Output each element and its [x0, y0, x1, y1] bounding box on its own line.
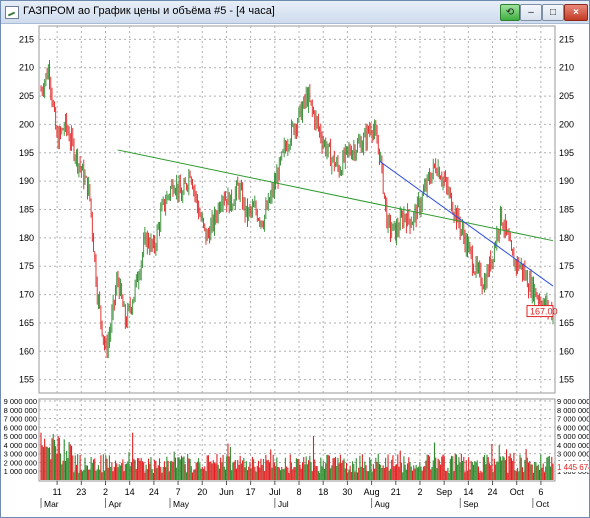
day-tick-label: 7 [176, 487, 181, 497]
chart-app-icon [5, 6, 19, 19]
month-tick-label: Jul [278, 499, 289, 509]
day-tick-label: 11 [52, 487, 61, 497]
maximize-button[interactable]: □ [542, 4, 564, 21]
day-tick-label: 21 [391, 487, 401, 497]
price-pane[interactable]: 155160165170175180185190195200205210215 … [19, 25, 574, 394]
last-volume-label: 1 445 674 [556, 461, 589, 472]
day-tick-label: 24 [149, 487, 159, 497]
volume-tick-label-right: 3 000 000 [557, 450, 589, 459]
price-tick-label-left: 180 [19, 233, 34, 243]
day-tick-label: 23 [76, 487, 86, 497]
chart-window: ГАЗПРОМ ао График цены и объёма #5 - [4 … [0, 0, 590, 518]
month-tick-label: Sep [463, 499, 478, 509]
volume-tick-label-left: 7 000 000 [4, 415, 37, 424]
volume-tick-label-left: 8 000 000 [4, 406, 37, 415]
volume-tick-label-left: 5 000 000 [4, 432, 37, 441]
svg-text:167.00: 167.00 [530, 307, 558, 317]
price-tick-label-left: 155 [19, 375, 34, 385]
price-tick-label-left: 165 [19, 318, 34, 328]
day-tick-label: 18 [318, 487, 328, 497]
price-tick-label-left: 175 [19, 261, 34, 271]
price-tick-label-right: 210 [559, 63, 574, 73]
price-tick-label-right: 175 [559, 261, 574, 271]
price-tick-label-right: 170 [559, 290, 574, 300]
volume-tick-label-left: 9 000 000 [4, 397, 37, 406]
volume-tick-label-left: 2 000 000 [4, 458, 37, 467]
title-bar[interactable]: ГАЗПРОМ ао График цены и объёма #5 - [4 … [1, 1, 589, 24]
day-tick-label: 30 [342, 487, 352, 497]
price-tick-label-left: 205 [19, 91, 34, 101]
day-tick-label: 14 [463, 487, 473, 497]
volume-tick-label-right: 8 000 000 [557, 406, 589, 415]
day-tick-label: 2 [103, 487, 108, 497]
day-tick-label: 14 [125, 487, 135, 497]
day-tick-label: Aug [364, 487, 380, 497]
volume-tick-label-right: 7 000 000 [557, 415, 589, 424]
window-title: ГАЗПРОМ ао График цены и объёма #5 - [4 … [23, 5, 275, 17]
price-tick-label-left: 210 [19, 63, 34, 73]
price-tick-label-right: 200 [559, 119, 574, 129]
price-tick-label-right: 190 [559, 176, 574, 186]
volume-tick-label-right: 6 000 000 [557, 423, 589, 432]
month-tick-label: Mar [44, 499, 59, 509]
link-icon[interactable]: ⟲ [500, 4, 520, 21]
price-tick-label-left: 215 [19, 34, 34, 44]
price-tick-label-left: 195 [19, 148, 34, 158]
day-tick-label: Jul [269, 487, 281, 497]
price-volume-chart[interactable]: 155160165170175180185190195200205210215 … [1, 24, 589, 517]
volume-tick-label-right: 4 000 000 [557, 441, 589, 450]
day-tick-label: Jun [219, 487, 234, 497]
price-tick-label-left: 185 [19, 205, 34, 215]
price-tick-label-right: 180 [559, 233, 574, 243]
month-tick-label: Apr [109, 499, 122, 509]
month-tick-label: Aug [375, 499, 390, 509]
volume-tick-label-left: 6 000 000 [4, 423, 37, 432]
price-tick-label-right: 155 [559, 375, 574, 385]
day-tick-label: Sep [436, 487, 452, 497]
price-tick-label-right: 205 [559, 91, 574, 101]
day-tick-label: 6 [538, 487, 543, 497]
price-tick-label-left: 190 [19, 176, 34, 186]
month-tick-label: May [173, 499, 190, 509]
day-tick-label: 17 [246, 487, 256, 497]
last-price-label: 167.00 [526, 305, 558, 318]
price-tick-label-left: 200 [19, 119, 34, 129]
svg-text:1 445 674: 1 445 674 [557, 463, 589, 472]
price-tick-label-right: 165 [559, 318, 574, 328]
day-tick-label: 20 [197, 487, 207, 497]
day-tick-label: Oct [510, 487, 525, 497]
price-tick-label-left: 160 [19, 346, 34, 356]
price-tick-label-right: 185 [559, 205, 574, 215]
price-tick-label-right: 215 [559, 34, 574, 44]
volume-tick-label-left: 3 000 000 [4, 450, 37, 459]
volume-tick-label-left: 1 000 000 [4, 467, 37, 476]
day-tick-label: 24 [488, 487, 498, 497]
minimize-button[interactable]: – [520, 4, 542, 21]
day-tick-label: 8 [297, 487, 302, 497]
volume-tick-label-right: 5 000 000 [557, 432, 589, 441]
day-tick-label: 2 [417, 487, 422, 497]
volume-pane[interactable]: 1 000 0002 000 0003 000 0004 000 0005 00… [4, 397, 589, 482]
volume-tick-label-left: 4 000 000 [4, 441, 37, 450]
price-tick-label-right: 160 [559, 346, 574, 356]
month-tick-label: Oct [536, 499, 550, 509]
price-tick-label-left: 170 [19, 290, 34, 300]
price-tick-label-right: 195 [559, 148, 574, 158]
close-button[interactable]: × [564, 4, 588, 21]
volume-tick-label-right: 9 000 000 [557, 397, 589, 406]
